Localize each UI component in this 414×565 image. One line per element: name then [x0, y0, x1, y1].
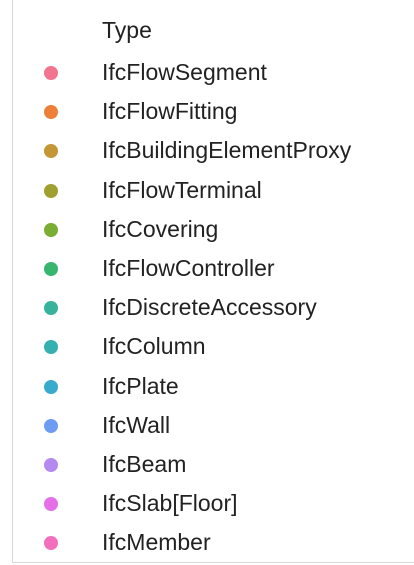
legend-marker-icon: [44, 497, 58, 512]
legend-label: IfcFlowController: [102, 254, 275, 281]
legend-label: IfcFlowSegment: [102, 59, 267, 85]
legend-item[interactable]: IfcFlowFitting: [13, 95, 413, 134]
legend-item[interactable]: IfcBuildingElementProxy: [13, 134, 413, 173]
legend-marker-icon: [44, 457, 58, 472]
legend-label: IfcWall: [102, 411, 171, 438]
legend-label: IfcDiscreteAccessory: [102, 294, 317, 321]
legend-marker-icon: [44, 379, 58, 394]
legend-item[interactable]: IfcSlab[Floor]: [13, 487, 413, 526]
legend-marker-icon: [44, 301, 58, 316]
legend-marker-icon: [44, 222, 58, 237]
legend-item[interactable]: IfcBeam: [13, 448, 413, 487]
legend-marker-icon: [44, 183, 58, 198]
legend-item[interactable]: IfcFlowTerminal: [13, 174, 413, 213]
legend-item[interactable]: IfcWall: [13, 409, 413, 448]
legend-label: IfcPlate: [102, 372, 179, 399]
legend-item[interactable]: IfcDiscreteAccessory: [13, 291, 413, 330]
legend-marker-icon: [44, 66, 58, 80]
legend-label: IfcBuildingElementProxy: [102, 137, 352, 164]
legend-label: IfcFlowFitting: [102, 98, 238, 125]
legend-item[interactable]: IfcMember: [13, 526, 413, 565]
legend-item[interactable]: IfcPlate: [13, 370, 413, 409]
legend-label: IfcBeam: [102, 450, 187, 477]
legend-label: IfcColumn: [102, 333, 206, 360]
legend-label: IfcFlowTerminal: [102, 176, 262, 203]
legend-marker-icon: [44, 261, 58, 276]
chart-legend: Type IfcFlowSegment IfcFlowFitting IfcBuil…: [12, 0, 414, 563]
legend-items: IfcFlowSegment IfcFlowFitting IfcBuildingE…: [13, 56, 413, 565]
legend-marker-icon: [44, 536, 58, 551]
legend-item[interactable]: IfcColumn: [13, 330, 413, 369]
legend-marker-icon: [44, 340, 58, 355]
legend-label: IfcMember: [102, 529, 211, 556]
legend-title: Type: [102, 17, 152, 43]
legend-marker-icon: [44, 418, 58, 433]
legend-item[interactable]: IfcFlowSegment: [13, 56, 413, 95]
legend-item[interactable]: IfcFlowController: [13, 252, 413, 291]
legend-marker-icon: [44, 144, 58, 159]
legend-label: IfcCovering: [102, 215, 219, 242]
legend-item[interactable]: IfcCovering: [13, 213, 413, 252]
legend-label: IfcSlab[Floor]: [102, 490, 238, 517]
legend-marker-icon: [44, 105, 58, 120]
